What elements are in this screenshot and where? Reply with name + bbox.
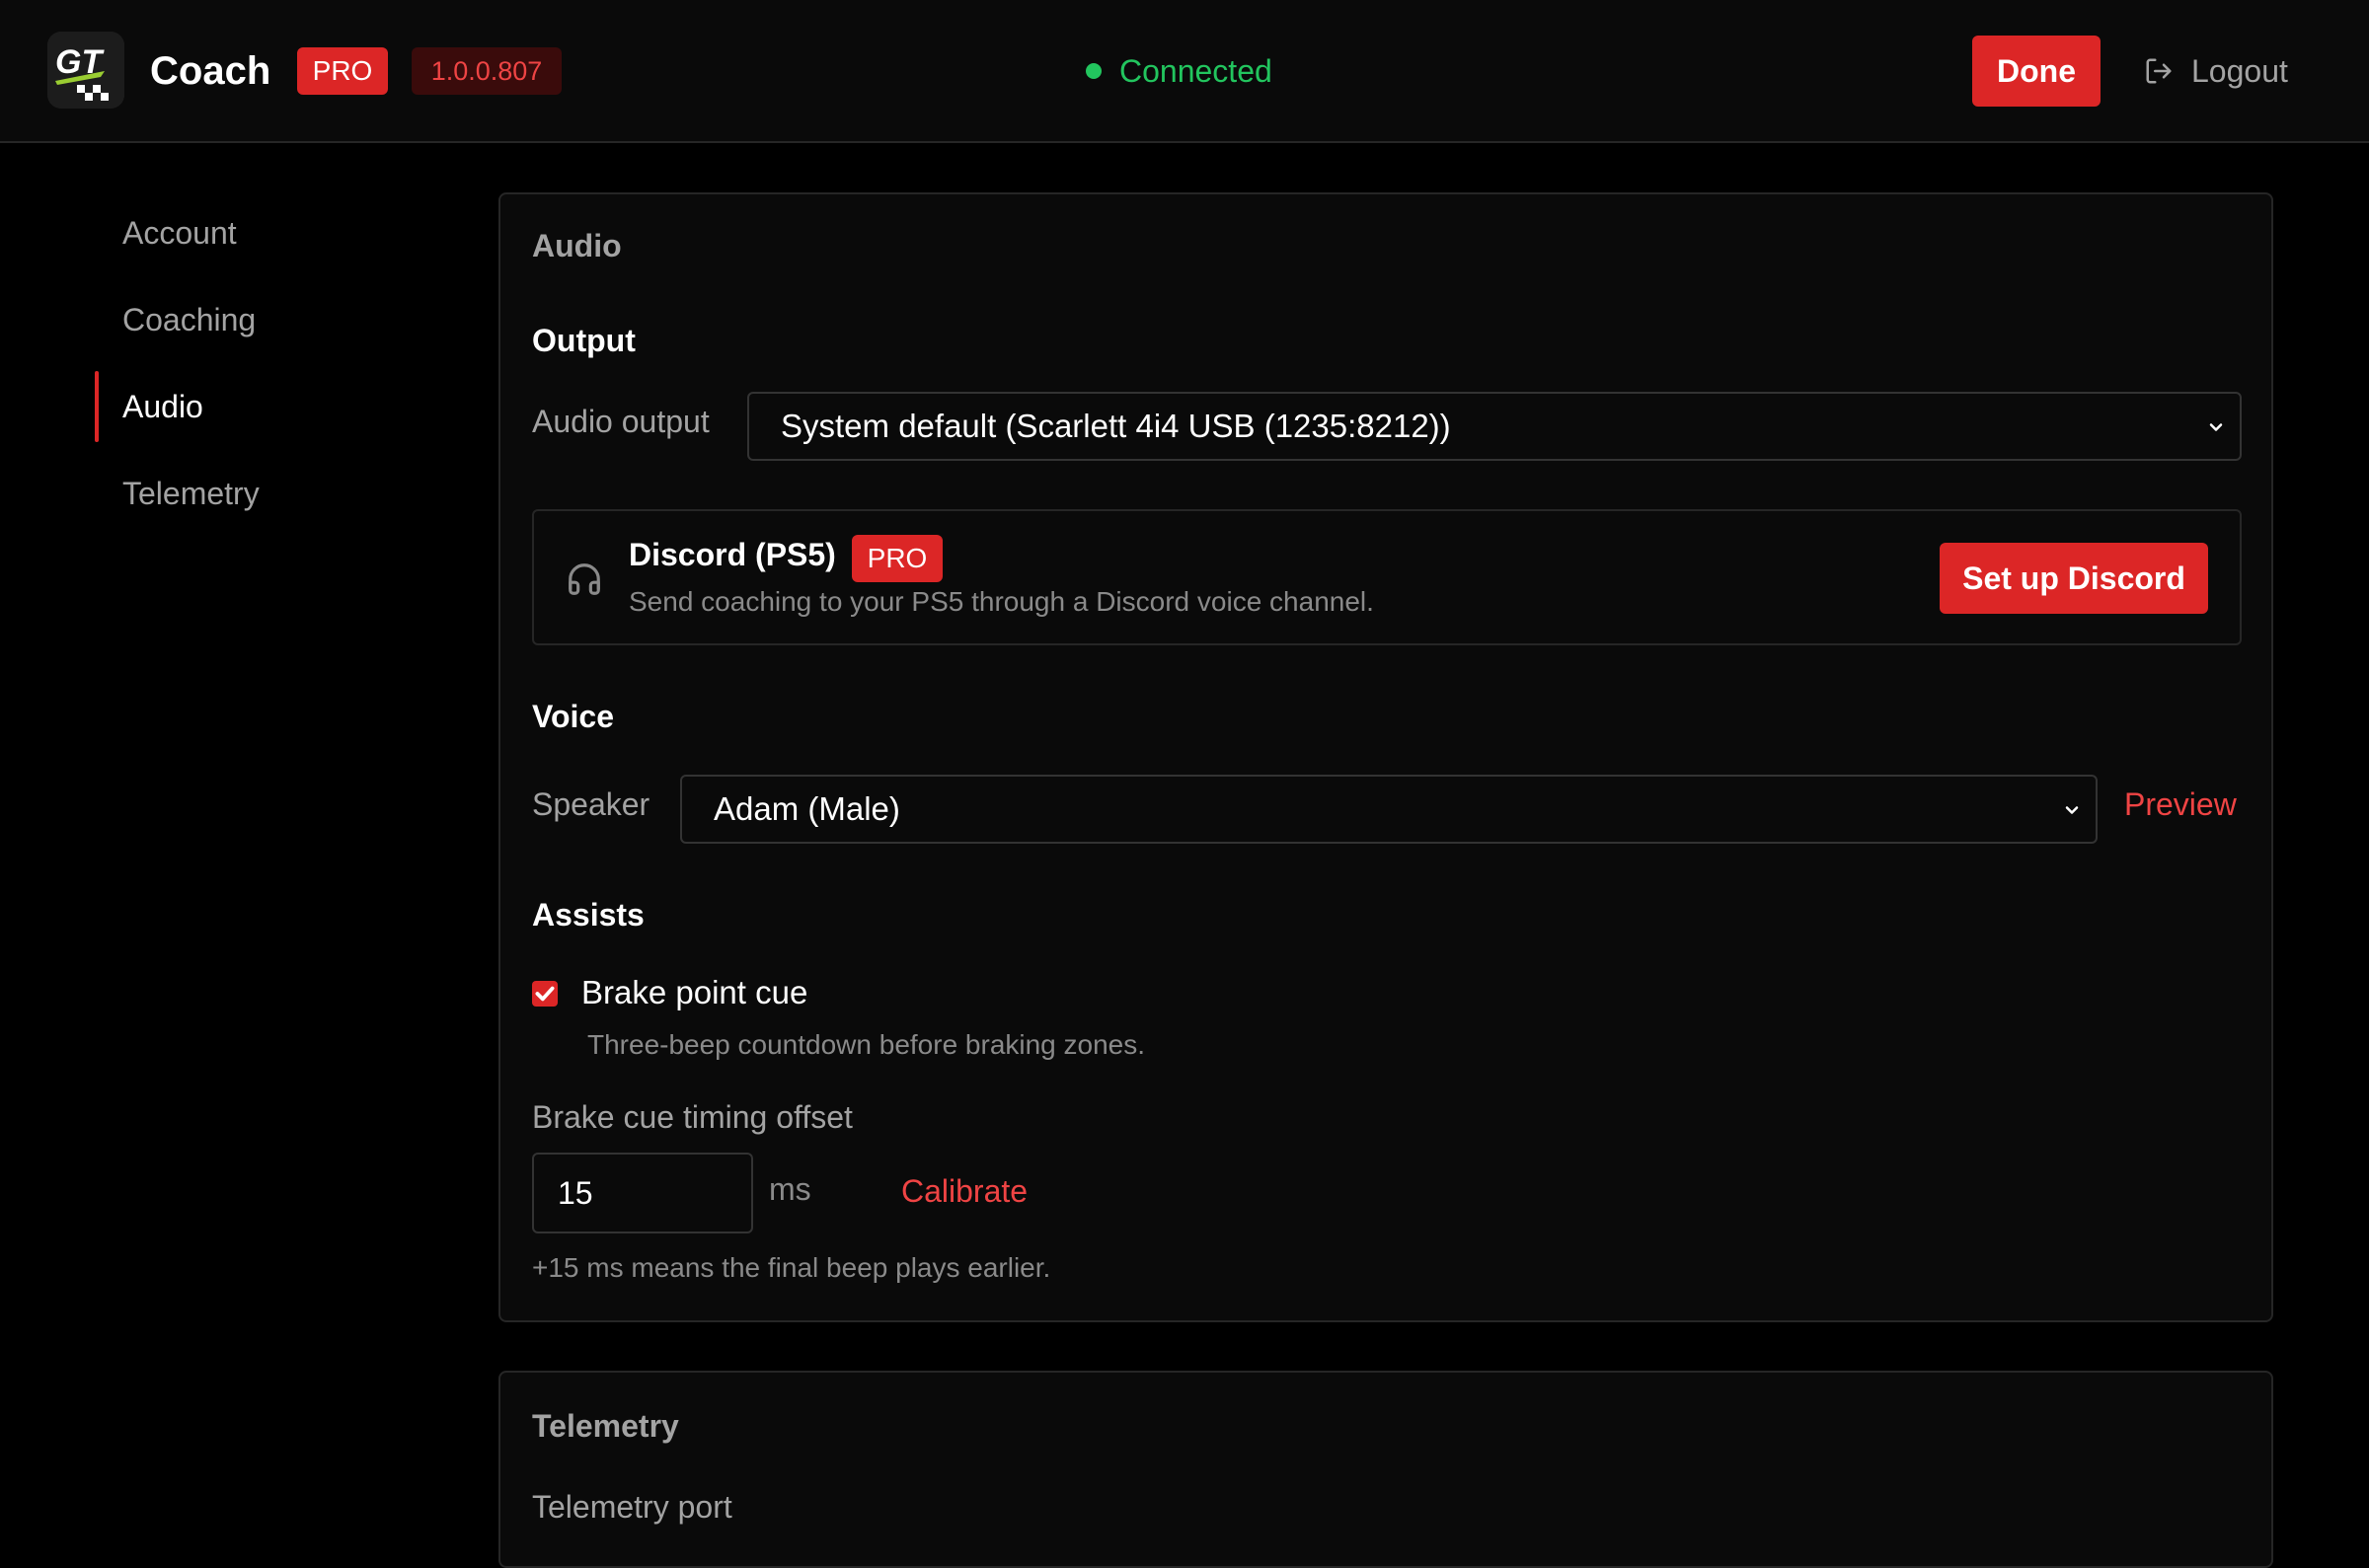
audio-card: Audio Output Audio output System default… [498, 192, 2273, 1322]
discord-integration-row: Discord (PS5) PRO Send coaching to your … [532, 509, 2242, 645]
audio-output-select[interactable]: System default (Scarlett 4i4 USB (1235:8… [747, 392, 2242, 461]
speaker-value: Adam (Male) [714, 790, 900, 827]
settings-sidebar: Account Coaching Audio Telemetry [95, 193, 450, 541]
discord-title: Discord (PS5) [629, 537, 836, 572]
offset-input[interactable]: 15 [532, 1153, 753, 1233]
brake-cue-checkbox[interactable] [532, 981, 558, 1007]
pro-badge: PRO [297, 47, 388, 95]
voice-section-title: Voice [532, 699, 614, 734]
chevron-down-icon [2209, 423, 2223, 431]
logout-label: Logout [2191, 52, 2288, 89]
brake-cue-help: Three-beep countdown before braking zone… [587, 1029, 1146, 1060]
discord-description: Send coaching to your PS5 through a Disc… [629, 586, 1374, 617]
offset-label: Brake cue timing offset [532, 1099, 853, 1135]
connection-status: Connected [1086, 47, 1272, 95]
done-button[interactable]: Done [1972, 36, 2101, 107]
setup-discord-button[interactable]: Set up Discord [1940, 543, 2208, 614]
telemetry-card: Telemetry Telemetry port [498, 1371, 2273, 1568]
audio-card-title: Audio [532, 228, 622, 263]
telemetry-card-title: Telemetry [532, 1408, 679, 1444]
app-title: Coach [150, 49, 271, 93]
chevron-down-icon [2065, 806, 2079, 814]
sidebar-item-account[interactable]: Account [95, 193, 450, 272]
audio-output-label: Audio output [532, 404, 710, 439]
headphones-icon [569, 563, 600, 595]
output-section-title: Output [532, 323, 636, 358]
version-badge: 1.0.0.807 [412, 47, 562, 95]
speaker-label: Speaker [532, 786, 650, 822]
gt-logo-icon: GT [47, 32, 124, 109]
sidebar-item-coaching[interactable]: Coaching [95, 280, 450, 359]
sidebar-item-telemetry[interactable]: Telemetry [95, 454, 450, 533]
assists-section-title: Assists [532, 897, 645, 933]
checkmark-icon [535, 986, 555, 1002]
speaker-select[interactable]: Adam (Male) [680, 775, 2098, 844]
offset-help: +15 ms means the final beep plays earlie… [532, 1252, 1051, 1283]
offset-unit: ms [769, 1171, 811, 1207]
calibrate-link[interactable]: Calibrate [901, 1173, 1028, 1210]
sidebar-item-audio[interactable]: Audio [95, 367, 450, 446]
preview-voice-link[interactable]: Preview [2124, 786, 2237, 823]
app-header: GT Coach PRO 1.0.0.807 Connected Done Lo… [0, 0, 2369, 143]
logout-button[interactable]: Logout [2144, 36, 2288, 107]
telemetry-port-label: Telemetry port [532, 1489, 732, 1525]
status-dot-icon [1086, 63, 1102, 79]
audio-output-value: System default (Scarlett 4i4 USB (1235:8… [781, 408, 1451, 444]
discord-pro-badge: PRO [852, 535, 943, 582]
connection-status-label: Connected [1119, 52, 1272, 89]
brake-cue-label[interactable]: Brake point cue [581, 974, 807, 1011]
logout-icon [2146, 58, 2172, 84]
